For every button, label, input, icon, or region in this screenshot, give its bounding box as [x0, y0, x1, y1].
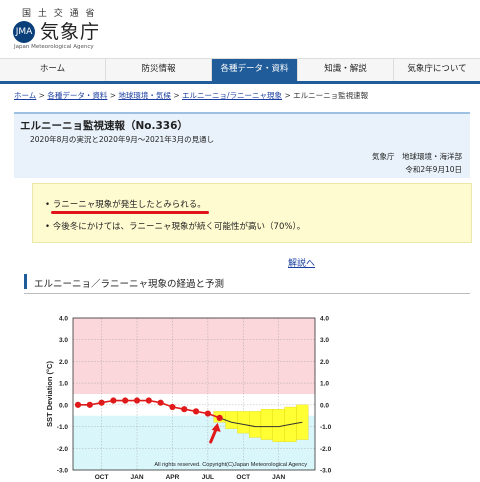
y-axis-label: SST Deviation (°C): [45, 361, 54, 427]
y-tick-label: -1.0: [320, 424, 332, 431]
summary-bullet-1-text: ラニーニャ現象が発生したとみられる。: [52, 200, 206, 210]
breadcrumb-climate[interactable]: 地球環境・気候: [118, 91, 171, 100]
forecast-range-box: [260, 409, 273, 440]
x-tick-label: APR: [166, 474, 180, 481]
summary-bullet-2-text: 今後冬にかけては、ラニーニャ現象が続く可能性が高い（70%）。: [52, 222, 306, 232]
jma-logo-icon[interactable]: JMA: [13, 21, 35, 43]
x-tick-label: JAN: [131, 474, 144, 481]
section-accent: [24, 274, 27, 289]
y-tick-label: 1.0: [320, 381, 329, 388]
x-tick-label: JUL: [202, 474, 214, 481]
y-tick-label: 0.0: [320, 402, 329, 409]
section-divider: [24, 293, 470, 294]
nav-data[interactable]: 各種データ・資料: [212, 59, 298, 81]
agency-name[interactable]: 気象庁: [40, 17, 100, 44]
x-tick-label: OCT: [236, 474, 250, 481]
y-tick-label: 0.0: [59, 402, 68, 409]
y-tick-label: 3.0: [320, 337, 329, 344]
summary-box: • ラニーニャ現象が発生したとみられる。 • 今後冬にかけては、ラニーニャ現象が…: [32, 183, 472, 243]
summary-bullet-2: • 今後冬にかけては、ラニーニャ現象が続く可能性が高い（70%）。: [45, 222, 306, 232]
breadcrumb-current: エルニーニョ監視速報: [293, 91, 369, 100]
report-header: エルニーニョ監視速報（No.336） 2020年8月の実況と2020年9月～20…: [14, 112, 470, 178]
breadcrumb-home[interactable]: ホーム: [14, 91, 36, 100]
site-header: 国 土 交 通 省 JMA 気象庁 Japan Meteorological A…: [0, 0, 480, 56]
observed-point: [157, 399, 164, 406]
y-tick-label: 4.0: [320, 316, 329, 323]
observed-point: [216, 414, 223, 421]
observed-point: [133, 397, 141, 404]
report-period: 2020年8月の実況と2020年9月～2021年3月の見通し: [30, 135, 215, 144]
y-tick-label: 1.0: [59, 381, 68, 388]
agency-english-name: Japan Meteorological Agency: [14, 44, 94, 50]
y-tick-label: 2.0: [59, 359, 68, 366]
breadcrumb-data[interactable]: 各種データ・資料: [47, 91, 107, 100]
nav-about[interactable]: 気象庁について: [394, 59, 480, 81]
y-tick-label: -3.0: [57, 468, 69, 475]
page-title: エルニーニョ監視速報（No.336）: [20, 120, 188, 132]
nav-home[interactable]: ホーム: [0, 59, 106, 81]
report-department: 気象庁 地球環境・海洋部: [372, 152, 462, 161]
highlight-underline: [51, 211, 209, 214]
y-tick-label: 2.0: [320, 359, 329, 366]
explanation-link[interactable]: 解説へ: [288, 256, 315, 269]
el-nino-band: [73, 318, 315, 394]
breadcrumb-elnino[interactable]: エルニーニョ/ラニーニャ現象: [182, 91, 282, 100]
x-tick-label: JAN: [272, 474, 285, 481]
report-date: 令和2年9月10日: [405, 165, 462, 174]
global-nav: ホーム 防災情報 各種データ・資料 知識・解説 気象庁について: [0, 58, 480, 84]
y-tick-label: 4.0: [59, 316, 68, 323]
x-axis: OCT JAN APR JUL OCT JAN: [95, 474, 286, 481]
forecast-range-box: [237, 411, 250, 434]
observed-point: [181, 406, 188, 413]
observed-point: [86, 401, 93, 408]
chart-copyright: All rights reserved. Copyright(C)Japan M…: [154, 462, 307, 468]
breadcrumb-separator: >: [284, 91, 291, 100]
breadcrumb: ホーム > 各種データ・資料 > 地球環境・気候 > エルニーニョ/ラニーニャ現…: [14, 90, 368, 101]
observed-point: [110, 397, 117, 404]
y-tick-label: -2.0: [320, 446, 332, 453]
section-title: エルニーニョ／ラニーニャ現象の経過と予測: [34, 279, 225, 290]
y-tick-label: -2.0: [57, 446, 69, 453]
breadcrumb-separator: >: [109, 91, 117, 100]
forecast-range-box: [225, 411, 238, 429]
breadcrumb-separator: >: [38, 91, 45, 100]
observed-point: [98, 399, 105, 406]
observed-point: [204, 410, 211, 417]
y-axis-right: 4.0 3.0 2.0 1.0 0.0 -1.0 -2.0 -3.0: [320, 316, 332, 475]
y-tick-label: -3.0: [320, 468, 332, 475]
forecast-range-box: [249, 411, 262, 438]
sst-deviation-chart: 4.0 3.0 2.0 1.0 0.0 -1.0 -2.0 -3.0 4.0 3.0 2.0 1.0…: [45, 316, 332, 482]
observed-point: [74, 401, 82, 408]
y-tick-label: -1.0: [57, 424, 69, 431]
y-axis-left: 4.0 3.0 2.0 1.0 0.0 -1.0 -2.0 -3.0: [57, 316, 69, 475]
breadcrumb-separator: >: [173, 91, 180, 100]
x-tick-label: OCT: [95, 474, 109, 481]
observed-point: [192, 408, 200, 415]
nav-disaster-info[interactable]: 防災情報: [106, 59, 212, 81]
observed-point: [145, 397, 152, 404]
y-tick-label: 3.0: [59, 337, 68, 344]
summary-bullet-1: • ラニーニャ現象が発生したとみられる。: [45, 200, 206, 210]
nav-knowledge[interactable]: 知識・解説: [298, 59, 394, 81]
observed-point: [169, 403, 176, 411]
observed-point: [122, 397, 129, 404]
